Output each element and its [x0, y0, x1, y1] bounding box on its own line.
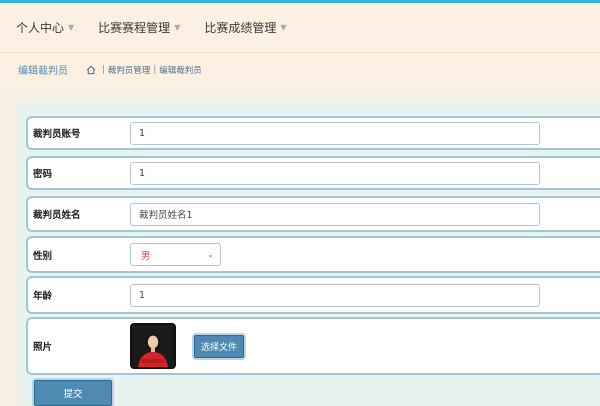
nav-item-label: 个人中心: [16, 21, 65, 35]
gender-selected-value: 男: [141, 250, 151, 262]
chevron-down-icon: ⌄: [207, 250, 214, 259]
gender-select[interactable]: 男 ⌄: [130, 243, 221, 266]
nav-score-management[interactable]: 比赛成绩管理 ▼: [204, 19, 286, 36]
account-label: 裁判员账号: [33, 129, 81, 140]
home-icon[interactable]: [86, 65, 96, 75]
gender-label: 性别: [33, 250, 53, 262]
age-label: 年龄: [33, 291, 53, 302]
caret-down-icon: ▼: [174, 23, 181, 32]
page-title: 编辑裁判员: [18, 66, 68, 77]
form-row-password: 密码: [26, 156, 600, 190]
nav-item-label: 比赛成绩管理: [204, 21, 277, 35]
breadcrumb-edit-referee: 编辑裁判员: [159, 65, 202, 76]
form-row-age: 年龄: [26, 276, 600, 314]
breadcrumb: | 裁判员管理 | 编辑裁判员: [86, 64, 202, 76]
password-label: 密码: [33, 169, 53, 180]
nav-schedule-management[interactable]: 比赛赛程管理 ▼: [98, 19, 180, 36]
top-navbar: 个人中心 ▼ 比赛赛程管理 ▼ 比赛成绩管理 ▼: [0, 0, 600, 52]
caret-down-icon: ▼: [280, 23, 287, 32]
referee-photo: [130, 323, 176, 369]
name-label: 裁判员姓名: [33, 210, 81, 221]
nav-item-label: 比赛赛程管理: [98, 21, 171, 35]
form-row-account: 裁判员账号: [26, 116, 600, 150]
name-input[interactable]: [130, 202, 540, 226]
caret-down-icon: ▼: [68, 23, 75, 32]
breadcrumb-separator: |: [102, 64, 105, 75]
age-input[interactable]: [130, 283, 540, 307]
account-input[interactable]: [130, 121, 540, 145]
photo-label: 照片: [33, 342, 53, 353]
submit-button[interactable]: 提交: [34, 380, 112, 406]
form-row-gender: 性别 男 ⌄: [26, 236, 600, 273]
sub-header: 编辑裁判员 | 裁判员管理 | 编辑裁判员: [0, 52, 600, 86]
breadcrumb-separator: |: [153, 64, 157, 75]
form-row-photo: 照片 选择文件: [26, 317, 600, 375]
password-input[interactable]: [130, 161, 540, 185]
choose-file-button[interactable]: 选择文件: [194, 334, 245, 358]
nav-personal-center[interactable]: 个人中心 ▼: [16, 19, 74, 36]
form-row-name: 裁判员姓名: [26, 196, 600, 232]
breadcrumb-referee-management[interactable]: 裁判员管理: [108, 64, 151, 76]
